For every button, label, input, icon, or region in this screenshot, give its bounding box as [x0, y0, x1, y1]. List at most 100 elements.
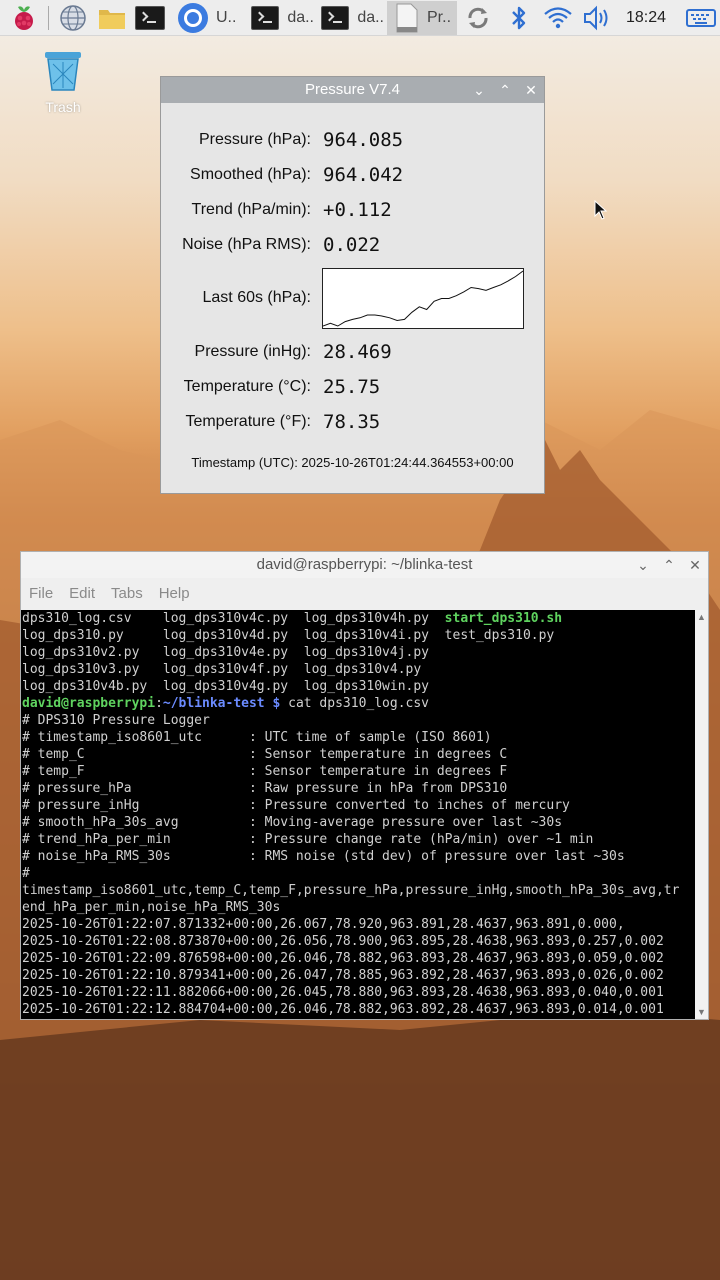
raspberry-menu-icon[interactable] [8, 2, 40, 34]
terminal-line: # noise_hPa_RMS_30s : RMS noise (std dev… [22, 849, 625, 864]
file-entry: log_dps310v4d.py [162, 628, 304, 643]
terminal-line: # pressure_hPa : Raw pressure in hPa fro… [22, 781, 508, 796]
file-entry: dps310_log.csv [22, 611, 163, 626]
file-entry: log_dps310v4f.py [162, 662, 304, 677]
pressure-row: Pressure (hPa): 964.085 [161, 125, 544, 155]
file-entry: log_dps310v4c.py [162, 611, 304, 626]
task-terminal-1[interactable]: da.. [248, 1, 314, 35]
terminal-line: # smooth_hPa_30s_avg : Moving-average pr… [22, 815, 563, 830]
terminal-icon [251, 6, 280, 30]
terminal-line: # [22, 866, 30, 881]
timestamp: Timestamp (UTC): 2025-10-26T01:24:44.364… [191, 455, 514, 470]
noise-value: 0.022 [323, 234, 381, 256]
browser-globe-icon[interactable] [57, 2, 89, 34]
file-entry: test_dps310.py [444, 628, 555, 643]
pressure-sparkline [322, 268, 524, 329]
minimize-button[interactable]: ⌄ [469, 77, 489, 103]
noise-label: Noise (hPa RMS): [182, 236, 311, 253]
prompt-path: ~/blinka-test $ [162, 696, 281, 711]
terminal-output[interactable]: dps310_log.csv log_dps310v4c.py log_dps3… [21, 610, 695, 1019]
temp-c-label: Temperature (°C): [183, 378, 311, 395]
menu-tabs[interactable]: Tabs [103, 585, 151, 602]
file-manager-icon[interactable] [96, 2, 128, 34]
terminal-title: david@raspberrypi: ~/blinka-test [256, 556, 473, 573]
clock[interactable]: 18:24 [626, 0, 666, 36]
terminal-line: dps310_log.csv log_dps310v4c.py log_dps3… [21, 610, 695, 627]
task-label: da.. [357, 9, 384, 26]
top-panel: U.. da.. da.. Pr.. 18:24 [0, 0, 720, 36]
maximize-button[interactable]: ⌃ [659, 552, 679, 578]
trash-icon [45, 52, 81, 91]
task-terminal-2[interactable]: da.. [318, 1, 384, 35]
file-entry: log_dps310v4.py [303, 662, 445, 677]
terminal-line: # timestamp_iso8601_utc : UTC time of sa… [22, 730, 492, 745]
terminal-line: log_dps310v4b.py log_dps310v4g.py log_dp… [21, 678, 695, 695]
menu-file[interactable]: File [21, 585, 61, 602]
prompt-user: david@raspberrypi [22, 696, 156, 711]
terminal-line: 2025-10-26T01:22:12.884704+00:00,26.046,… [22, 1002, 664, 1017]
terminal-line: 2025-10-26T01:22:10.879341+00:00,26.047,… [22, 968, 664, 983]
terminal-line: 2025-10-26T01:22:08.873870+00:00,26.056,… [22, 934, 664, 949]
terminal-line: # temp_F : Sensor temperature in degrees… [22, 764, 508, 779]
terminal-window: david@raspberrypi: ~/blinka-test ⌄ ⌃ ✕ F… [21, 552, 708, 1019]
smoothed-label: Smoothed (hPa): [190, 166, 311, 183]
task-label: Pr.. [427, 9, 452, 26]
task-chromium[interactable]: U.. [176, 1, 242, 35]
pressure-window-titlebar[interactable]: Pressure V7.4 ⌄ ⌃ ✕ [161, 77, 544, 103]
terminal-titlebar[interactable]: david@raspberrypi: ~/blinka-test ⌄ ⌃ ✕ [21, 552, 708, 578]
trash-desktop-item[interactable]: Trash [34, 50, 92, 115]
prompt-separator: : [155, 696, 163, 711]
terminal-line: end_hPa_per_min,noise_hPa_RMS_30s [22, 900, 281, 915]
file-entry: log_dps310win.py [303, 679, 445, 694]
terminal-line: log_dps310v3.py log_dps310v4f.py log_dps… [21, 661, 695, 678]
keyboard-icon[interactable] [684, 2, 718, 34]
prompt-line: david@raspberrypi:~/blinka-test $ cat dp… [21, 695, 695, 712]
file-entry: log_dps310v4g.py [162, 679, 304, 694]
close-button[interactable]: ✕ [685, 552, 705, 578]
temp-f-value: 78.35 [323, 411, 381, 433]
smoothed-value: 964.042 [323, 164, 404, 186]
terminal-line: 2025-10-26T01:22:07.871332+00:00,26.067,… [22, 917, 625, 932]
terminal-line: # trend_hPa_per_min : Pressure change ra… [22, 832, 594, 847]
window-title: Pressure V7.4 [304, 81, 401, 98]
scroll-up-icon[interactable]: ▲ [697, 612, 706, 622]
last60-label: Last 60s (hPa): [202, 289, 312, 306]
sparkline-series [323, 270, 523, 327]
window-icon [396, 3, 418, 33]
terminal-menubar: File Edit Tabs Help [21, 578, 708, 608]
mouse-cursor-icon [594, 200, 608, 220]
task-label: U.. [216, 9, 237, 26]
file-entry: log_dps310v4e.py [162, 645, 304, 660]
minimize-button[interactable]: ⌄ [633, 552, 653, 578]
terminal-line: timestamp_iso8601_utc,temp_C,temp_F,pres… [22, 883, 680, 898]
close-button[interactable]: ✕ [521, 77, 541, 103]
prompt-command: cat dps310_log.csv [280, 696, 430, 711]
update-icon[interactable] [462, 2, 494, 34]
menu-help[interactable]: Help [151, 585, 198, 602]
trend-value: +0.112 [323, 199, 392, 221]
task-label: da.. [287, 9, 314, 26]
temp-c-value: 25.75 [323, 376, 381, 398]
scroll-down-icon[interactable]: ▼ [697, 1007, 706, 1017]
terminal-launcher-icon[interactable] [134, 2, 166, 34]
menu-edit[interactable]: Edit [61, 585, 103, 602]
volume-icon[interactable] [582, 2, 614, 34]
task-pressure-window[interactable]: Pr.. [387, 1, 457, 35]
smoothed-row: Smoothed (hPa): 964.042 [161, 160, 544, 190]
trend-row: Trend (hPa/min): +0.112 [161, 195, 544, 225]
terminal-icon [321, 6, 350, 30]
terminal-line: 2025-10-26T01:22:09.876598+00:00,26.046,… [22, 951, 664, 966]
inhg-label: Pressure (inHg): [194, 343, 311, 360]
wifi-icon[interactable] [542, 2, 574, 34]
terminal-line: # pressure_inHg : Pressure converted to … [22, 798, 570, 813]
maximize-button[interactable]: ⌃ [495, 77, 515, 103]
bluetooth-icon[interactable] [503, 2, 535, 34]
terminal-scrollbar[interactable]: ▲ ▼ [695, 610, 708, 1019]
file-entry: log_dps310v4j.py [303, 645, 445, 660]
file-entry: log_dps310v4i.py [303, 628, 445, 643]
pressure-window: Pressure V7.4 ⌄ ⌃ ✕ Pressure (hPa): 964.… [161, 77, 544, 493]
panel-divider [48, 6, 49, 30]
terminal-line: 2025-10-26T01:22:11.882066+00:00,26.045,… [22, 985, 664, 1000]
file-entry: log_dps310v4b.py [22, 679, 163, 694]
file-entry: log_dps310v4h.py [303, 611, 445, 626]
